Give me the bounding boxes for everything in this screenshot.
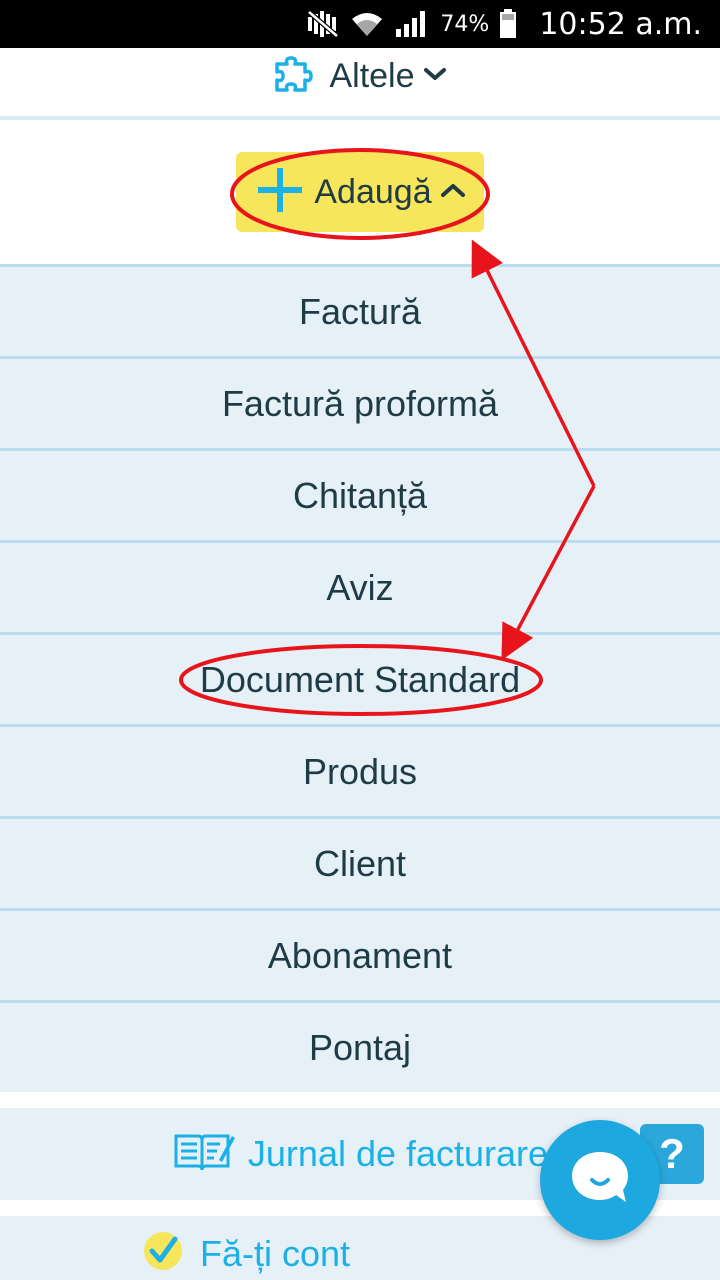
menu-item-document-standard[interactable]: Document Standard <box>0 632 720 724</box>
chevron-up-icon <box>440 182 466 203</box>
add-section: Adaugă <box>0 120 720 264</box>
status-icons: 74% 10:52 a.m. <box>306 0 702 48</box>
menu-item-factura-proforma[interactable]: Factură proformă <box>0 356 720 448</box>
signal-icon <box>394 9 428 39</box>
add-label: Adaugă <box>314 172 432 211</box>
book-icon <box>172 1130 236 1179</box>
add-button[interactable]: Adaugă <box>236 152 484 232</box>
clock: 10:52 a.m. <box>539 6 702 42</box>
add-dropdown-menu: Factură Factură proformă Chitanță Aviz D… <box>0 264 720 1092</box>
menu-item-pontaj[interactable]: Pontaj <box>0 1000 720 1092</box>
chat-bubble-icon <box>568 1148 632 1213</box>
menu-item-produs[interactable]: Produs <box>0 724 720 816</box>
plus-icon <box>254 164 306 221</box>
altele-label: Altele <box>329 57 415 95</box>
create-account-link[interactable]: Fă-ți cont <box>142 1230 350 1277</box>
jurnal-label: Jurnal de facturare <box>247 1133 549 1174</box>
battery-icon <box>499 9 517 39</box>
top-menu-bar: Altele <box>0 48 720 116</box>
menu-item-abonament[interactable]: Abonament <box>0 908 720 1000</box>
create-account-label: Fă-ți cont <box>200 1232 351 1274</box>
menu-item-aviz[interactable]: Aviz <box>0 540 720 632</box>
checkmark-icon <box>142 1230 184 1277</box>
wifi-icon <box>350 9 384 39</box>
spacer <box>0 1092 720 1108</box>
chevron-down-icon <box>423 66 447 87</box>
puzzle-icon <box>273 54 321 99</box>
altele-dropdown[interactable]: Altele <box>273 54 446 99</box>
menu-item-client[interactable]: Client <box>0 816 720 908</box>
chat-button[interactable] <box>540 1120 660 1240</box>
battery-percent: 74% <box>440 11 490 37</box>
mute-icon <box>306 9 340 39</box>
status-bar: 74% 10:52 a.m. <box>0 0 720 48</box>
menu-item-chitanta[interactable]: Chitanță <box>0 448 720 540</box>
menu-item-factura[interactable]: Factură <box>0 264 720 356</box>
